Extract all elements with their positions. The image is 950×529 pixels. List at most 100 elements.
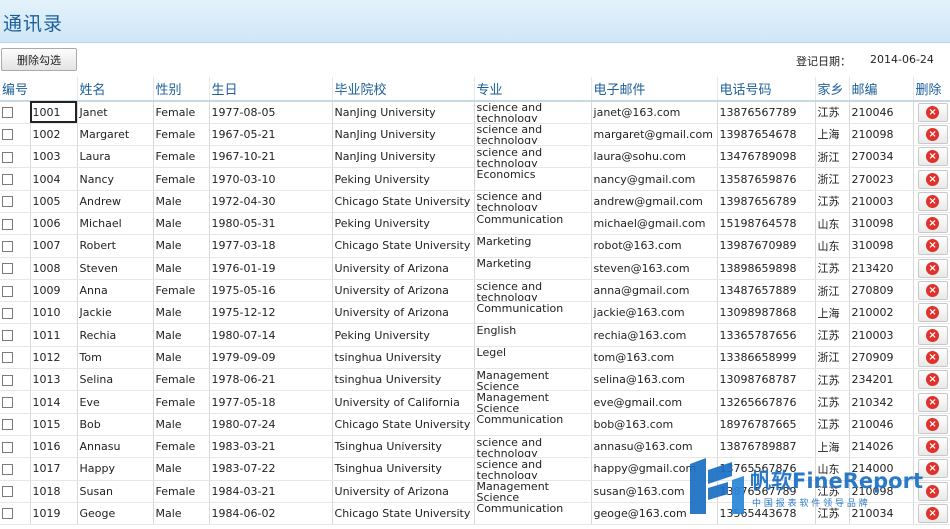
row-checkbox[interactable] bbox=[2, 151, 13, 163]
cell-major[interactable]: science and technology bbox=[474, 457, 592, 481]
cell-email[interactable]: happy@gmail.com bbox=[591, 457, 718, 481]
cell-birthday[interactable]: 1983-03-21 bbox=[209, 435, 333, 459]
cell-school[interactable]: tsinghua University bbox=[332, 346, 475, 370]
row-checkbox[interactable] bbox=[2, 218, 13, 230]
cell-phone[interactable]: 13765567876 bbox=[717, 457, 816, 481]
cell-birthday[interactable]: 1975-05-16 bbox=[209, 279, 333, 303]
cell-hometown[interactable]: 山东 bbox=[815, 457, 850, 481]
cell-email[interactable]: jackie@163.com bbox=[591, 301, 718, 325]
cell-phone[interactable]: 13386658999 bbox=[717, 346, 816, 370]
cell-email[interactable]: janet@163.com bbox=[591, 101, 718, 124]
cell-id[interactable]: 1014 bbox=[30, 390, 78, 414]
cell-phone[interactable]: 13365787656 bbox=[717, 323, 816, 347]
delete-row-button[interactable]: × bbox=[917, 481, 948, 501]
cell-school[interactable]: Peking University bbox=[332, 167, 475, 191]
cell-zip[interactable]: 210098 bbox=[849, 123, 914, 147]
cell-gender[interactable]: Male bbox=[153, 502, 210, 526]
cell-major[interactable]: science and technology bbox=[474, 190, 592, 213]
cell-zip[interactable]: 270809 bbox=[849, 279, 914, 303]
cell-major[interactable]: Management Science bbox=[474, 390, 592, 414]
cell-major[interactable]: Marketing bbox=[474, 257, 592, 280]
cell-zip[interactable]: 210046 bbox=[849, 413, 914, 436]
cell-phone[interactable]: 13487657889 bbox=[717, 279, 816, 303]
cell-email[interactable]: laura@sohu.com bbox=[591, 145, 718, 169]
cell-zip[interactable]: 210098 bbox=[849, 480, 914, 503]
cell-school[interactable]: University of Arizona bbox=[332, 301, 475, 325]
cell-birthday[interactable]: 1967-05-21 bbox=[209, 123, 333, 147]
row-checkbox[interactable] bbox=[2, 352, 13, 364]
cell-school[interactable]: NanJing University bbox=[332, 101, 475, 124]
cell-birthday[interactable]: 1980-05-31 bbox=[209, 212, 333, 236]
cell-birthday[interactable]: 1984-06-02 bbox=[209, 502, 333, 526]
cell-gender[interactable]: Female bbox=[153, 101, 210, 124]
cell-name[interactable]: Tom bbox=[77, 346, 154, 370]
cell-school[interactable]: University of California bbox=[332, 390, 475, 414]
cell-id[interactable]: 1004 bbox=[30, 167, 78, 191]
delete-row-button[interactable]: × bbox=[917, 370, 948, 390]
cell-name[interactable]: Andrew bbox=[77, 190, 154, 213]
cell-school[interactable]: tsinghua University bbox=[332, 368, 475, 392]
cell-zip[interactable]: 210046 bbox=[849, 101, 914, 124]
cell-hometown[interactable]: 江苏 bbox=[815, 390, 850, 414]
cell-id[interactable]: 1013 bbox=[30, 368, 78, 392]
cell-zip[interactable]: 270034 bbox=[849, 145, 914, 169]
cell-major[interactable]: science and technology bbox=[474, 279, 592, 303]
cell-major[interactable]: Management Science bbox=[474, 368, 592, 392]
cell-hometown[interactable]: 上海 bbox=[815, 301, 850, 325]
cell-email[interactable]: anna@gmail.com bbox=[591, 279, 718, 303]
cell-phone[interactable]: 13098768787 bbox=[717, 368, 816, 392]
cell-hometown[interactable]: 江苏 bbox=[815, 257, 850, 280]
cell-zip[interactable]: 310098 bbox=[849, 234, 914, 258]
cell-phone[interactable]: 13987654678 bbox=[717, 123, 816, 147]
cell-birthday[interactable]: 1967-10-21 bbox=[209, 145, 333, 169]
cell-id[interactable]: 1007 bbox=[30, 234, 78, 258]
cell-hometown[interactable]: 浙江 bbox=[815, 279, 850, 303]
cell-name[interactable]: Michael bbox=[77, 212, 154, 236]
cell-major[interactable]: science and technology bbox=[474, 435, 592, 459]
cell-major[interactable]: science and technology bbox=[474, 123, 592, 147]
cell-email[interactable]: selina@163.com bbox=[591, 368, 718, 392]
cell-major[interactable]: science and technology bbox=[474, 101, 592, 124]
cell-hometown[interactable]: 江苏 bbox=[815, 190, 850, 213]
cell-major[interactable]: Legel bbox=[474, 346, 592, 370]
delete-row-button[interactable]: × bbox=[917, 503, 948, 523]
cell-zip[interactable]: 270023 bbox=[849, 167, 914, 191]
cell-name[interactable]: Rechia bbox=[77, 323, 154, 347]
cell-birthday[interactable]: 1980-07-24 bbox=[209, 413, 333, 436]
cell-phone[interactable]: 13876567789 bbox=[717, 101, 816, 124]
delete-row-button[interactable]: × bbox=[917, 191, 948, 211]
delete-row-button[interactable]: × bbox=[917, 258, 948, 278]
cell-id[interactable]: 1016 bbox=[30, 435, 78, 459]
cell-gender[interactable]: Male bbox=[153, 457, 210, 481]
cell-id[interactable]: 1010 bbox=[30, 301, 78, 325]
cell-gender[interactable]: Male bbox=[153, 212, 210, 236]
delete-row-button[interactable]: × bbox=[917, 437, 948, 457]
row-checkbox[interactable] bbox=[2, 285, 13, 297]
cell-email[interactable]: geoge@163.com bbox=[591, 502, 718, 526]
row-checkbox[interactable] bbox=[2, 508, 13, 520]
delete-row-button[interactable]: × bbox=[917, 281, 948, 301]
row-checkbox[interactable] bbox=[2, 397, 13, 408]
cell-gender[interactable]: Male bbox=[153, 234, 210, 258]
cell-phone[interactable]: 13987670989 bbox=[717, 234, 816, 258]
cell-hometown[interactable]: 山东 bbox=[815, 212, 850, 236]
cell-phone[interactable]: 13265667876 bbox=[717, 390, 816, 414]
cell-name[interactable]: Steven bbox=[77, 257, 154, 280]
cell-id[interactable]: 1005 bbox=[30, 190, 78, 213]
cell-zip[interactable]: 210003 bbox=[849, 190, 914, 213]
cell-major[interactable]: Communication bbox=[474, 502, 592, 526]
cell-name[interactable]: Nancy bbox=[77, 167, 154, 191]
cell-name[interactable]: Happy bbox=[77, 457, 154, 481]
cell-birthday[interactable]: 1977-05-18 bbox=[209, 390, 333, 414]
cell-email[interactable]: margaret@gmail.com bbox=[591, 123, 718, 147]
delete-row-button[interactable]: × bbox=[917, 102, 948, 122]
row-checkbox[interactable] bbox=[2, 441, 13, 453]
cell-email[interactable]: bob@163.com bbox=[591, 413, 718, 436]
cell-id[interactable]: 1018 bbox=[30, 480, 78, 503]
delete-row-button[interactable]: × bbox=[917, 169, 948, 189]
cell-gender[interactable]: Female bbox=[153, 123, 210, 147]
cell-phone[interactable]: 15198764578 bbox=[717, 212, 816, 236]
delete-row-button[interactable]: × bbox=[917, 214, 948, 234]
cell-hometown[interactable]: 山东 bbox=[815, 234, 850, 258]
cell-phone[interactable]: 13898659898 bbox=[717, 257, 816, 280]
